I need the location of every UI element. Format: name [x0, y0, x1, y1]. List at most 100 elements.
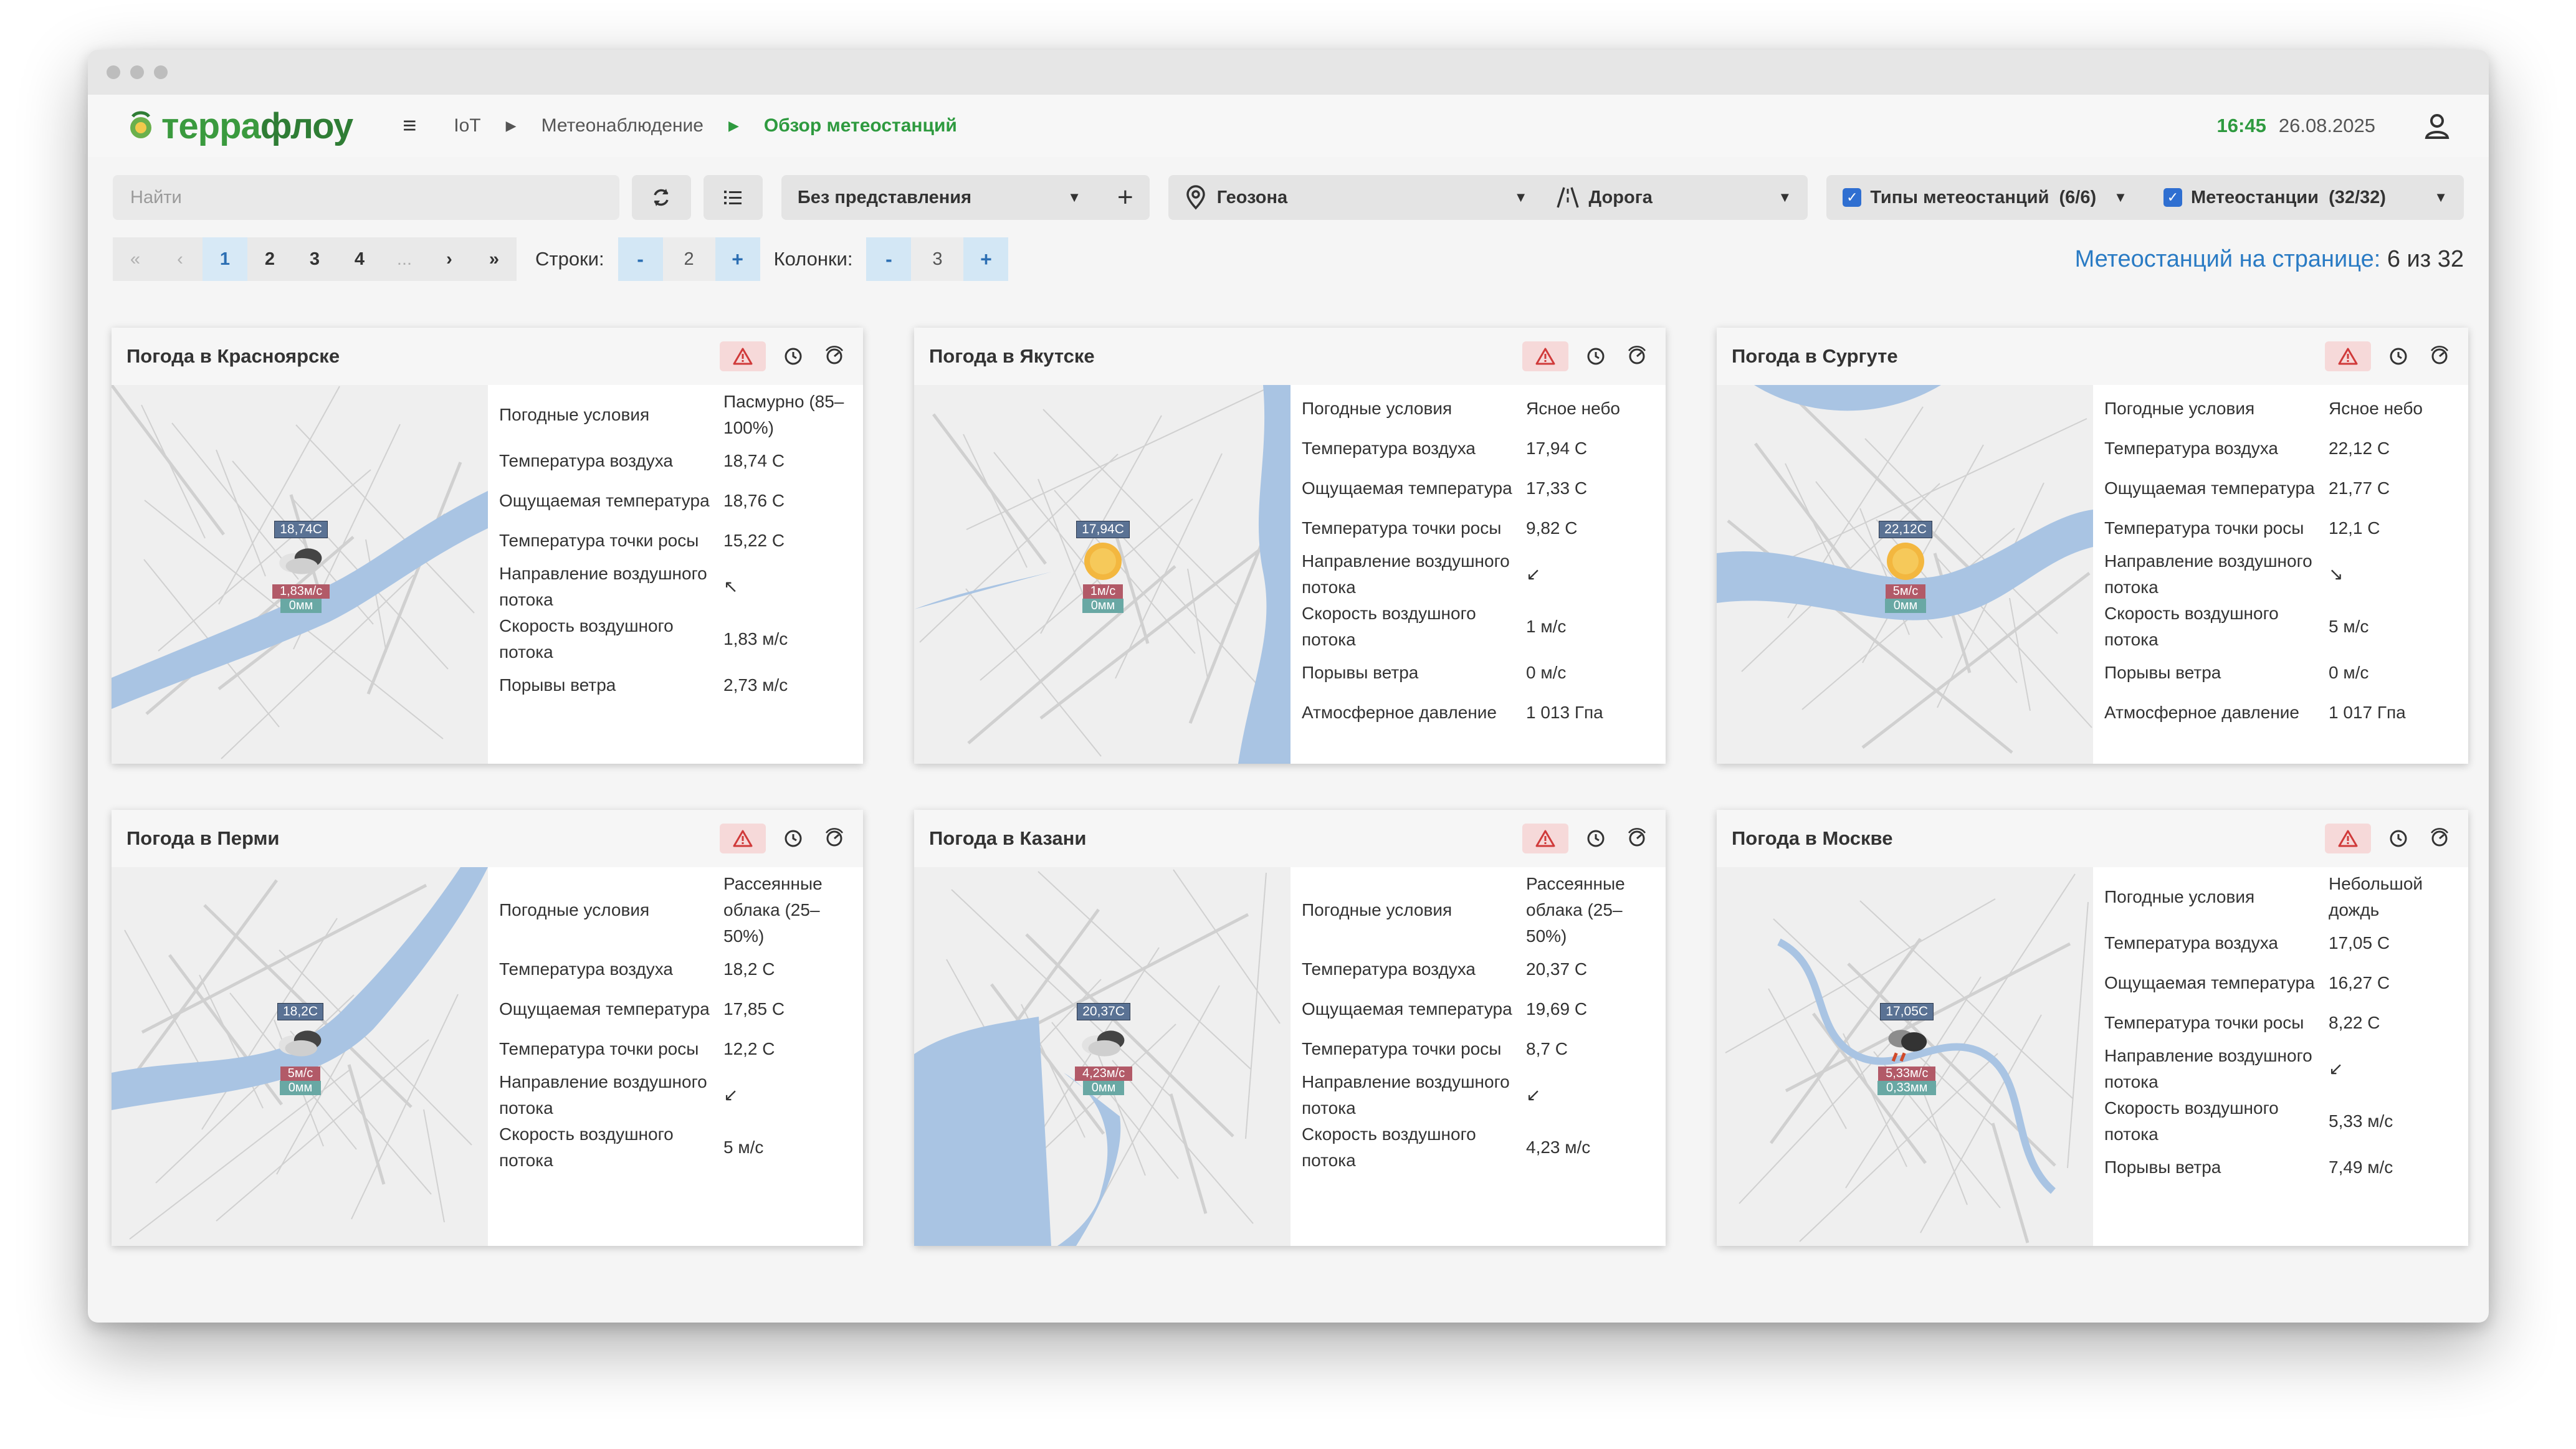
add-view-button[interactable]: +	[1117, 182, 1133, 213]
columns-label: Колонки:	[773, 248, 853, 270]
station-map[interactable]: 17,94C 1м/с 0мм	[914, 385, 1290, 764]
caret-down-icon[interactable]: ▼	[1778, 189, 1792, 206]
weather-marker[interactable]: 18,2C 5м/с 0мм	[272, 1003, 328, 1095]
warning-icon	[733, 830, 753, 847]
weather-marker[interactable]: 17,05C 5,33м/с 0,33мм	[1877, 1003, 1937, 1095]
weather-station-card[interactable]: Погода в Сургуте 22,12C 5м/с 0мм Погодны…	[1717, 328, 2468, 764]
sensor-settings-button[interactable]	[821, 343, 848, 370]
weather-marker[interactable]: 17,94C 1м/с 0мм	[1075, 521, 1131, 613]
weather-station-card[interactable]: Погода в Красноярске 18,74C 1,83м/с 0мм …	[112, 328, 863, 764]
history-button[interactable]	[2385, 825, 2412, 852]
param-label: Температура воздуха	[1302, 959, 1476, 979]
caret-down-icon[interactable]: ▼	[1514, 189, 1528, 206]
card-header: Погода в Москве	[1717, 810, 2468, 867]
rows-increment-button[interactable]: +	[715, 237, 760, 281]
param-value: 18,76 С	[723, 491, 785, 510]
geozone-select[interactable]: Геозона	[1217, 188, 1287, 208]
station-types-checkbox[interactable]: ✓	[1843, 188, 1862, 207]
page-button-4[interactable]: 4	[337, 237, 382, 281]
alert-button[interactable]	[2325, 341, 2371, 371]
search-input[interactable]	[113, 175, 619, 220]
param-row: Скорость воздушного потока 4,23 м/с	[1302, 1121, 1666, 1174]
param-row: Ощущаемая температура 19,69 С	[1302, 989, 1666, 1029]
first-page-button[interactable]: «	[113, 237, 158, 281]
weather-marker[interactable]: 22,12C 5м/с 0мм	[1877, 521, 1934, 613]
param-value: 9,82 С	[1526, 518, 1578, 538]
page-button-1[interactable]: 1	[203, 237, 247, 281]
rows-value[interactable]: 2	[662, 237, 715, 281]
weather-station-card[interactable]: Погода в Москве 17,05C 5,33м/с 0,33мм По…	[1717, 810, 2468, 1246]
sensor-settings-button[interactable]	[2426, 825, 2453, 852]
view-select[interactable]: Без представления ▼ +	[781, 175, 1150, 220]
next-page-button[interactable]: ›	[427, 237, 472, 281]
param-row: Ощущаемая температура 21,77 С	[2104, 468, 2468, 508]
window-maximize-dot[interactable]	[154, 65, 168, 79]
station-map[interactable]: 22,12C 5м/с 0мм	[1717, 385, 2093, 764]
caret-down-icon[interactable]: ▼	[2434, 189, 2448, 206]
station-map[interactable]: 17,05C 5,33м/с 0,33мм	[1717, 867, 2093, 1246]
param-label: Порывы ветра	[1302, 663, 1419, 682]
breadcrumb-item-weather[interactable]: Метеонаблюдение	[541, 115, 704, 136]
weather-station-card[interactable]: Погода в Якутске 17,94C 1м/с 0мм Погодны…	[914, 328, 1666, 764]
param-row: Атмосферное давление 1 013 Гпа	[1302, 693, 1666, 733]
gauge-settings-icon	[1628, 828, 1646, 847]
rows-decrement-button[interactable]: -	[618, 237, 663, 281]
weather-station-card[interactable]: Погода в Перми 18,2C 5м/с 0мм Погодные у…	[112, 810, 863, 1246]
sensor-settings-button[interactable]	[821, 825, 848, 852]
hamburger-menu-icon[interactable]: ≡	[403, 113, 416, 140]
columns-increment-button[interactable]: +	[963, 237, 1009, 281]
alert-button[interactable]	[2325, 824, 2371, 853]
last-page-button[interactable]: »	[472, 237, 517, 281]
list-view-button[interactable]	[703, 175, 763, 220]
columns-value[interactable]: 3	[911, 237, 964, 281]
warning-icon	[733, 348, 753, 365]
history-button[interactable]	[780, 825, 807, 852]
page-button-3[interactable]: 3	[292, 237, 337, 281]
alert-button[interactable]	[720, 824, 766, 853]
param-value: 1 017 Гпа	[2329, 703, 2406, 722]
param-value: 20,37 С	[1526, 959, 1588, 979]
marker-wind-speed: 1,83м/с	[272, 584, 330, 599]
param-label: Температура точки росы	[1302, 518, 1502, 538]
weather-params-table: Погодные условия Ясное небо Температура во…	[2093, 385, 2468, 764]
param-label: Ощущаемая температура	[1302, 999, 1512, 1019]
param-row: Атмосферное давление 1 017 Гпа	[2104, 693, 2468, 733]
alert-button[interactable]	[720, 341, 766, 371]
param-value: 12,2 С	[723, 1039, 775, 1058]
weather-marker[interactable]: 20,37C 4,23м/с 0мм	[1075, 1003, 1133, 1095]
sensor-settings-button[interactable]	[1623, 825, 1651, 852]
history-button[interactable]	[1582, 343, 1610, 370]
prev-page-button[interactable]: ‹	[158, 237, 203, 281]
alert-button[interactable]	[1522, 341, 1568, 371]
sensor-settings-button[interactable]	[2426, 343, 2453, 370]
refresh-button[interactable]	[631, 175, 691, 220]
history-button[interactable]	[780, 343, 807, 370]
station-map[interactable]: 20,37C 4,23м/с 0мм	[914, 867, 1290, 1246]
gauge-settings-icon	[2430, 828, 2449, 847]
param-value: 21,77 С	[2329, 478, 2390, 498]
param-row: Температура точки росы 12,1 С	[2104, 508, 2468, 548]
header-date: 26.08.2025	[2278, 115, 2375, 136]
window-minimize-dot[interactable]	[130, 65, 144, 79]
page-button-2[interactable]: 2	[247, 237, 292, 281]
user-icon[interactable]	[2423, 112, 2451, 140]
param-value: Ясное небо	[1526, 399, 1620, 418]
weather-station-card[interactable]: Погода в Казани 20,37C 4,23м/с 0мм Погод…	[914, 810, 1666, 1246]
alert-button[interactable]	[1522, 824, 1568, 853]
logo[interactable]: террафлоу	[124, 105, 353, 147]
station-map[interactable]: 18,2C 5м/с 0мм	[112, 867, 488, 1246]
caret-down-icon[interactable]: ▼	[2114, 189, 2127, 206]
stations-checkbox[interactable]: ✓	[2163, 188, 2182, 207]
road-select[interactable]: Дорога	[1589, 188, 1778, 208]
weather-params-table: Погодные условия Ясное небо Температура во…	[1290, 385, 1666, 764]
weather-marker[interactable]: 18,74C 1,83м/с 0мм	[272, 521, 330, 613]
history-button[interactable]	[2385, 343, 2412, 370]
breadcrumb-item-iot[interactable]: IoT	[454, 115, 480, 136]
breadcrumb: IoT ▶ Метеонаблюдение ▶ Обзор метеостанц…	[454, 115, 957, 136]
param-row: Температура воздуха 18,2 С	[499, 949, 863, 989]
columns-decrement-button[interactable]: -	[866, 237, 912, 281]
window-close-dot[interactable]	[107, 65, 120, 79]
sensor-settings-button[interactable]	[1623, 343, 1651, 370]
station-map[interactable]: 18,74C 1,83м/с 0мм	[112, 385, 488, 764]
history-button[interactable]	[1582, 825, 1610, 852]
